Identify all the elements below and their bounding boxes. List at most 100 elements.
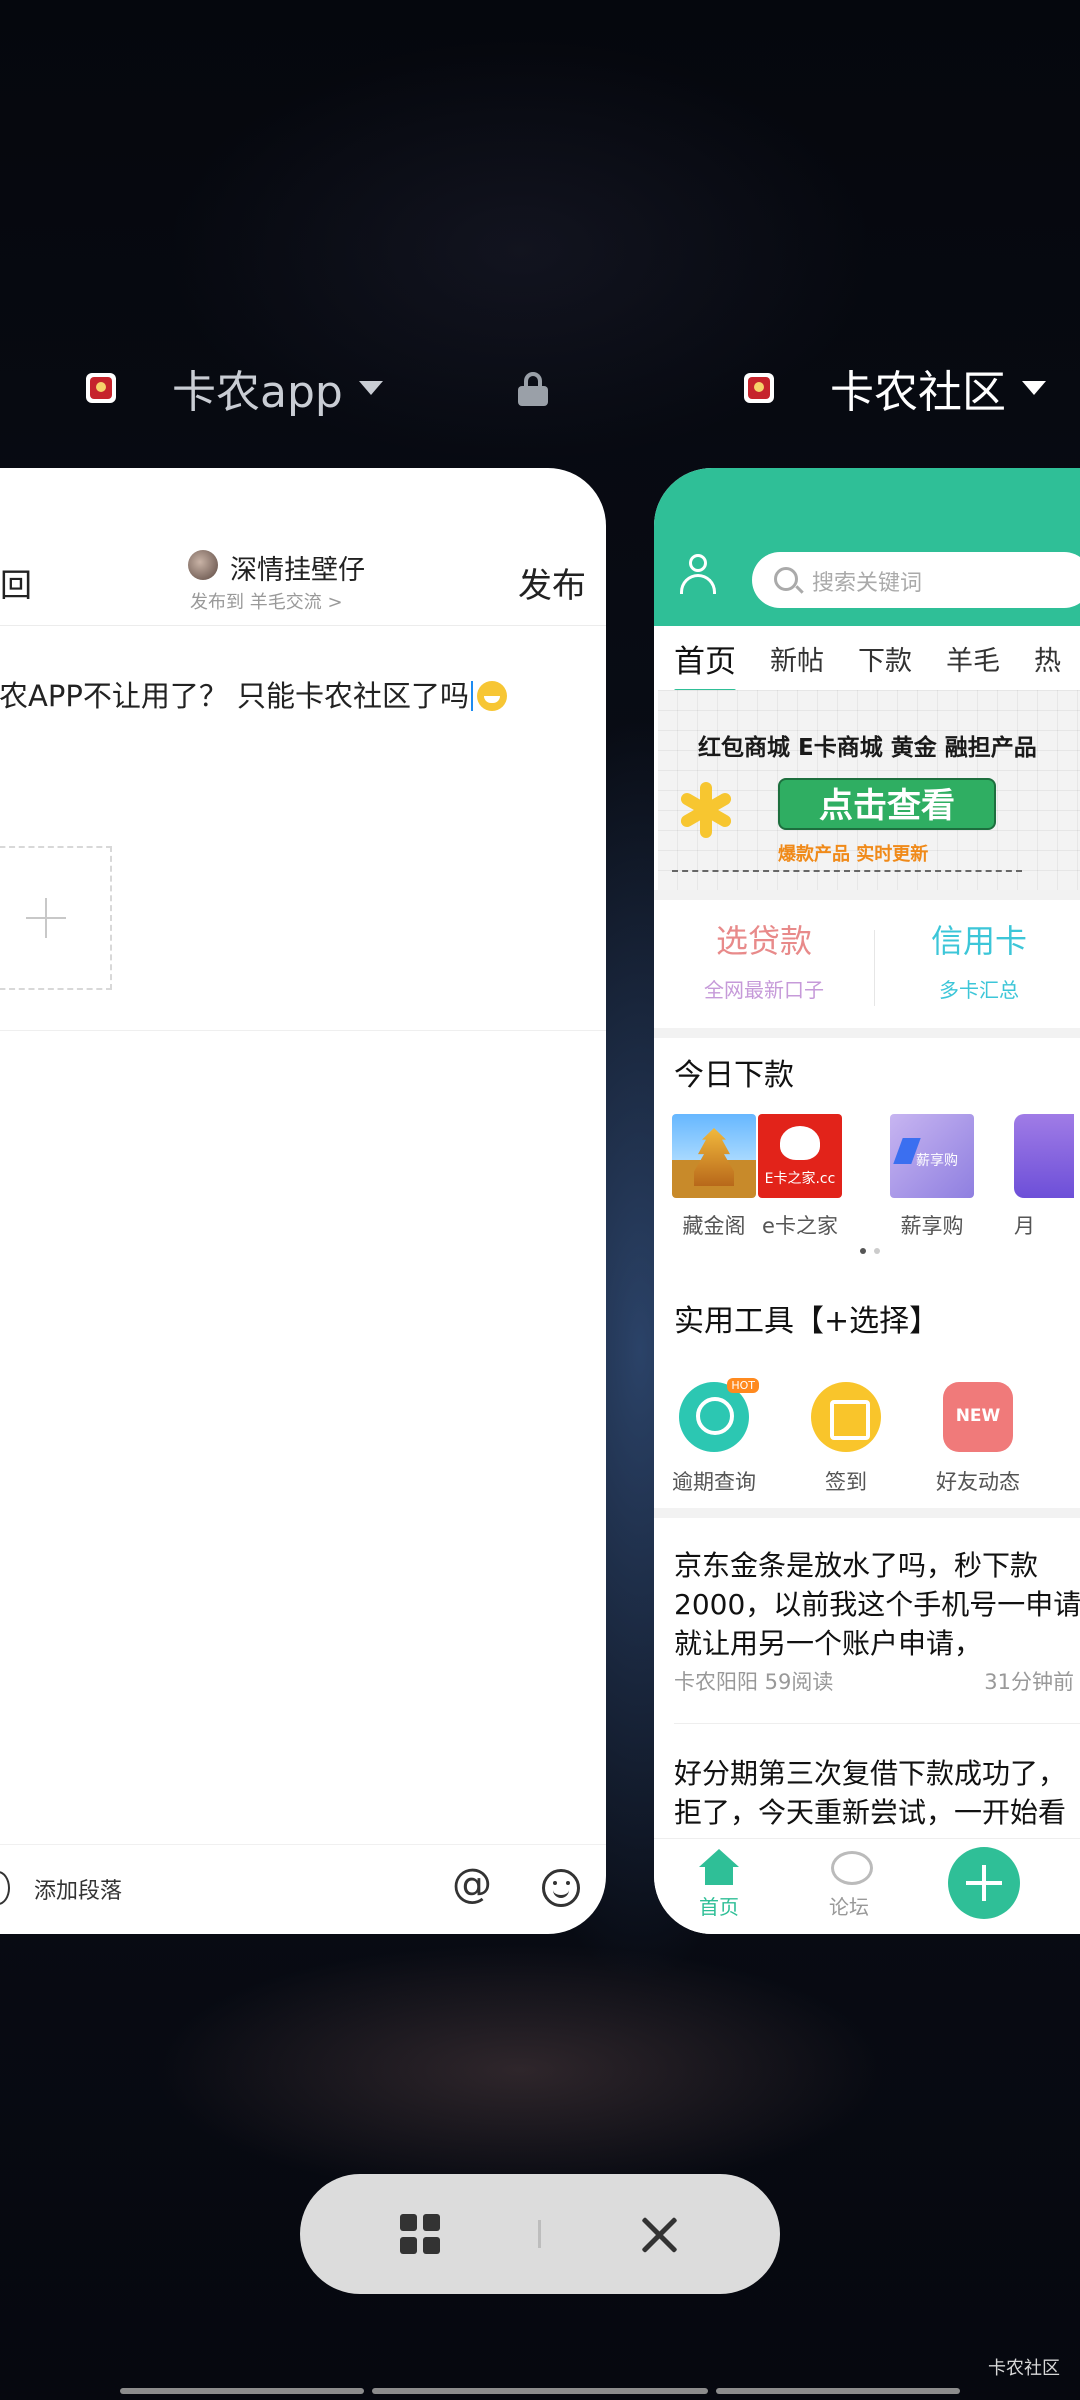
tab-new-posts[interactable]: 新帖 — [770, 639, 824, 678]
divider — [0, 1030, 606, 1031]
list-item[interactable]: 月 — [1014, 1114, 1074, 1240]
divider — [654, 1028, 1080, 1038]
search-input[interactable]: 搜索关键词 — [752, 552, 1080, 608]
news-author-reads: 卡农阳阳 59阅读 — [674, 1670, 834, 1694]
gesture-bar[interactable] — [716, 2388, 960, 2394]
overdue-search-icon: HOT — [679, 1378, 759, 1452]
lock-icon[interactable] — [518, 372, 548, 406]
banner-subtitle: 爆款产品 实时更新 — [778, 844, 929, 865]
kanong-community-logo-icon — [744, 373, 774, 403]
tools-title[interactable]: 实用工具【+选择】 — [674, 1296, 939, 1340]
app-name: 月 — [1014, 1214, 1035, 1238]
ecard-icon: E卡之家.cc — [758, 1114, 842, 1198]
mention-icon[interactable]: @ — [452, 1861, 492, 1907]
select-loan-button[interactable]: 选贷款 全网最新口子 — [654, 916, 874, 1003]
app-name: e卡之家 — [762, 1214, 838, 1238]
tab-deals[interactable]: 羊毛 — [946, 639, 1000, 678]
tools-list: HOT 逾期查询 签到 NEW 好友动态 — [654, 1378, 1080, 1502]
search-placeholder: 搜索关键词 — [812, 571, 923, 596]
tool-friends-feed[interactable]: NEW 好友动态 — [928, 1382, 1028, 1496]
new-friends-icon: NEW — [943, 1382, 1013, 1452]
credit-card-subtitle: 多卡汇总 — [939, 978, 1019, 1002]
right-app-card[interactable]: 搜索关键词 首页 新帖 下款 羊毛 热 红包商城 E卡商城 黄金 融担产品 点击… — [654, 468, 1080, 1934]
right-app-label[interactable]: 卡农社区 — [744, 352, 1046, 424]
news-meta: 卡农阳阳 59阅读 31分钟前 — [674, 1666, 1074, 1696]
news-title[interactable]: 好分期第三次复借下款成功了，拒了，今天重新尝试，一开始看 — [674, 1754, 1080, 1832]
right-app-name: 卡农社区 — [830, 367, 1006, 418]
app-header: 搜索关键词 — [654, 468, 1080, 626]
add-paragraph-button[interactable]: 添加段落 — [34, 1873, 122, 1905]
star-icon — [678, 782, 734, 838]
gesture-bar[interactable] — [372, 2388, 708, 2394]
emoji-icon[interactable] — [542, 1869, 580, 1907]
nav-home-label: 首页 — [699, 1895, 739, 1919]
nav-forum-label: 论坛 — [829, 1895, 869, 1919]
select-loan-title: 选贷款 — [715, 922, 812, 960]
left-app-label[interactable]: 卡农app — [86, 352, 383, 424]
credit-card-title: 信用卡 — [930, 922, 1027, 960]
xinxianggou-icon: 薪享购 — [890, 1114, 974, 1198]
user-icon[interactable] — [678, 554, 718, 594]
tool-overdue-query[interactable]: HOT 逾期查询 — [664, 1378, 764, 1496]
tool-checkin[interactable]: 签到 — [796, 1382, 896, 1496]
editor-toolbar: 添加段落 @ — [0, 1844, 606, 1934]
gesture-bar[interactable] — [120, 2388, 364, 2394]
divider — [538, 2220, 541, 2248]
news-time: 31分钟前 — [984, 1670, 1074, 1694]
kanong-app-logo-icon — [86, 373, 116, 403]
chevron-down-icon — [358, 381, 383, 395]
add-image-button[interactable] — [0, 846, 112, 990]
paragraph-icon[interactable] — [0, 1871, 10, 1905]
app-name: 薪享购 — [900, 1214, 964, 1238]
hot-badge: HOT — [727, 1378, 759, 1393]
divider — [654, 1508, 1080, 1518]
list-item[interactable]: E卡之家.cc e卡之家 — [750, 1114, 850, 1240]
banner-headline: 红包商城 E卡商城 黄金 融担产品 — [698, 735, 1037, 761]
publish-button[interactable]: 发布 — [518, 558, 586, 607]
divider — [654, 890, 1080, 900]
plus-icon — [26, 898, 66, 938]
tab-hot[interactable]: 热 — [1034, 639, 1061, 678]
checkin-calendar-icon — [811, 1382, 881, 1452]
today-apps-list: 藏金阁 E卡之家.cc e卡之家 薪享购 薪享购 月 — [654, 1114, 1080, 1244]
grid-icon[interactable] — [400, 2214, 440, 2254]
category-tabs: 首页 新帖 下款 羊毛 热 — [654, 626, 1080, 693]
pager-dots — [860, 1248, 880, 1254]
bottom-navigation: 首页 论坛 — [654, 1838, 1080, 1934]
divider — [674, 1723, 1080, 1724]
search-icon — [774, 567, 798, 591]
chevron-down-icon — [1022, 381, 1046, 395]
credit-card-button[interactable]: 信用卡 多卡汇总 — [874, 916, 1080, 1003]
list-item[interactable]: 薪享购 薪享购 — [882, 1114, 982, 1240]
list-item[interactable]: 藏金阁 — [664, 1114, 764, 1240]
author-name: 深情挂壁仔 — [230, 555, 365, 586]
today-loans-title: 今日下款 — [674, 1058, 794, 1093]
news-title[interactable]: 京东金条是放水了吗，秒下款2000，以前我这个手机号一申请就让用另一个账户申请， — [674, 1546, 1080, 1663]
avatar — [188, 550, 218, 580]
post-editor-header: 返回 深情挂壁仔 发布到 羊毛交流 > 发布 — [0, 468, 606, 626]
divider — [672, 870, 1022, 872]
text-cursor — [471, 681, 474, 711]
pagoda-icon — [672, 1114, 756, 1198]
left-app-name: 卡农app — [172, 367, 343, 418]
partial-app-icon — [1014, 1114, 1074, 1198]
forum-icon — [829, 1849, 873, 1885]
tab-loans[interactable]: 下款 — [858, 639, 912, 678]
tool-name: 逾期查询 — [672, 1470, 756, 1494]
post-text-field[interactable]: 卡农APP不让用了？ 只能卡农社区了吗 — [0, 673, 508, 715]
new-post-button[interactable] — [948, 1847, 1020, 1919]
left-app-card[interactable]: 返回 深情挂壁仔 发布到 羊毛交流 > 发布 卡农APP不让用了？ 只能卡农社区… — [0, 468, 606, 1934]
banner-view-button[interactable]: 点击查看 — [778, 778, 996, 830]
nav-forum[interactable]: 论坛 — [804, 1849, 894, 1920]
select-loan-subtitle: 全网最新口子 — [704, 978, 824, 1002]
nav-home[interactable]: 首页 — [674, 1849, 764, 1920]
close-icon[interactable] — [638, 2214, 680, 2256]
grin-emoji-icon — [477, 681, 508, 711]
promo-banner[interactable]: 红包商城 E卡商城 黄金 融担产品 点击查看 爆款产品 实时更新 — [658, 690, 1080, 890]
publish-target[interactable]: 发布到 羊毛交流 > — [190, 588, 343, 614]
tool-name: 签到 — [825, 1470, 867, 1494]
home-icon — [699, 1849, 739, 1885]
watermark: 卡农社区 — [988, 2358, 1060, 2379]
back-button[interactable]: 返回 — [0, 560, 32, 606]
tab-home[interactable]: 首页 — [674, 636, 736, 693]
